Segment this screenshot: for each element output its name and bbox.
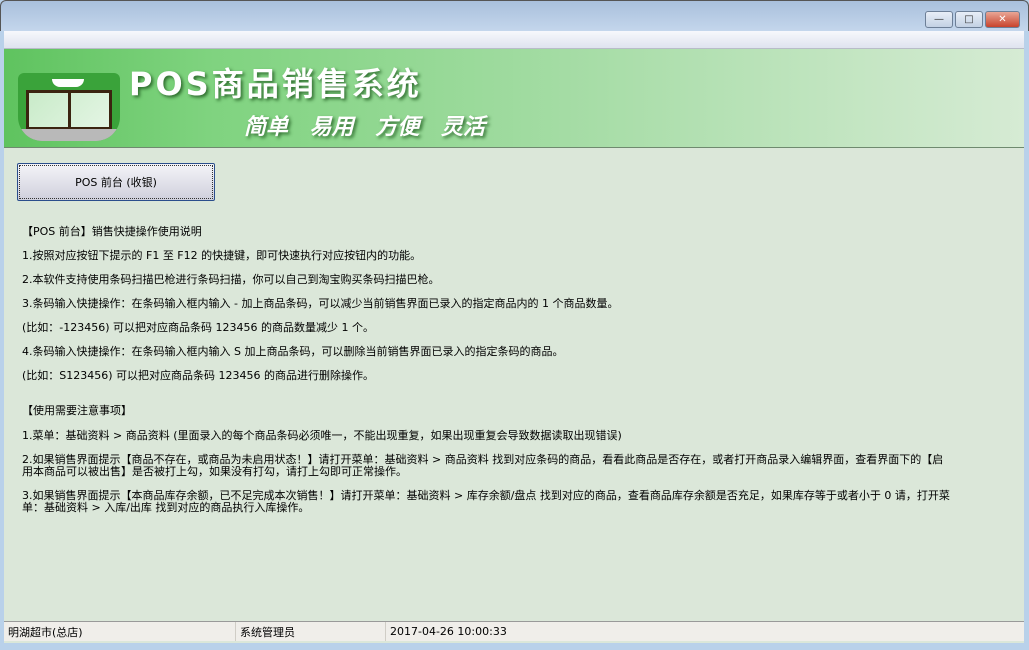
instruction-line: (比如：-123456) 可以把对应商品条码 123456 的商品数量减少 1 … [22, 321, 375, 334]
menu-strip [4, 31, 1024, 49]
maximize-button[interactable]: □ [955, 11, 983, 28]
instruction-line: 3.条码输入快捷操作：在条码输入框内输入 - 加上商品条码，可以减少当前销售界面… [22, 297, 619, 310]
instruction-line: 2.本软件支持使用条码扫描巴枪进行条码扫描，你可以自己到淘宝购买条码扫描巴枪。 [22, 273, 440, 286]
pos-frontend-button[interactable]: POS 前台 (收银) [17, 163, 215, 201]
status-bar: 明湖超市(总店) 系统管理员 2017-04-26 10:00:33 [4, 621, 1024, 641]
instruction-line: 1.按照对应按钮下提示的 F1 至 F12 的快捷键，即可快速执行对应按钮内的功… [22, 249, 422, 262]
instruction-line: (比如：S123456) 可以把对应商品条码 123456 的商品进行删除操作。 [22, 369, 375, 382]
title-bar: — □ ✕ [0, 0, 1029, 31]
note-line: 2.如果销售界面提示【商品不存在，或商品为未启用状态！】请打开菜单：基础资料 >… [22, 453, 944, 478]
main-window: POS商品销售系统 简单 易用 方便 灵活 POS 前台 (收银) 【POS 前… [4, 31, 1024, 643]
app-title: POS商品销售系统 [129, 65, 422, 103]
close-button[interactable]: ✕ [985, 11, 1020, 28]
store-logo-icon [18, 73, 120, 141]
status-user: 系统管理员 [236, 622, 386, 641]
minimize-button[interactable]: — [925, 11, 953, 28]
status-store: 明湖超市(总店) [4, 622, 236, 641]
banner: POS商品销售系统 简单 易用 方便 灵活 [4, 49, 1024, 148]
instruction-line: 4.条码输入快捷操作：在条码输入框内输入 S 加上商品条码，可以删除当前销售界面… [22, 345, 564, 358]
notes-heading: 【使用需要注意事项】 [22, 404, 132, 417]
instructions-heading: 【POS 前台】销售快捷操作使用说明 [22, 225, 202, 238]
note-line: 3.如果销售界面提示【本商品库存余额，已不足完成本次销售！】请打开菜单：基础资料… [22, 489, 950, 514]
note-line: 1.菜单：基础资料 > 商品资料 (里面录入的每个商品条码必须唯一，不能出现重复… [22, 429, 622, 442]
app-slogan: 简单 易用 方便 灵活 [244, 115, 485, 140]
status-datetime: 2017-04-26 10:00:33 [390, 625, 507, 638]
